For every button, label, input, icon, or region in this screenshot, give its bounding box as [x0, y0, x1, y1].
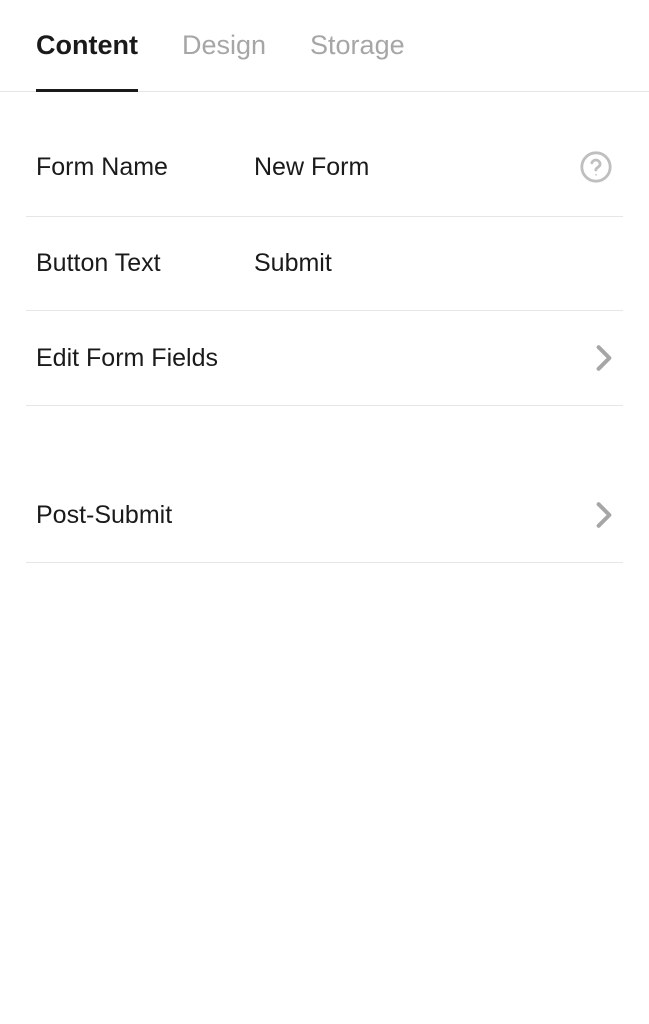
tab-storage[interactable]: Storage [310, 30, 405, 91]
button-text-input[interactable] [254, 249, 613, 278]
form-name-input[interactable] [254, 153, 579, 182]
tab-content[interactable]: Content [36, 30, 138, 91]
post-submit-label: Post-Submit [36, 501, 172, 530]
content-panel: Form Name Button Text Edit Form Fields P… [0, 92, 649, 563]
edit-form-fields-row[interactable]: Edit Form Fields [26, 311, 623, 406]
button-text-label: Button Text [36, 249, 254, 278]
form-name-label: Form Name [36, 153, 254, 182]
tab-design[interactable]: Design [182, 30, 266, 91]
edit-form-fields-label: Edit Form Fields [36, 344, 218, 373]
help-icon[interactable] [579, 150, 613, 184]
chevron-right-icon [595, 343, 613, 373]
tabs-bar: Content Design Storage [0, 0, 649, 92]
form-name-row: Form Name [26, 92, 623, 217]
post-submit-row[interactable]: Post-Submit [26, 468, 623, 563]
chevron-right-icon [595, 500, 613, 530]
section-gap [26, 406, 623, 468]
button-text-row: Button Text [26, 217, 623, 311]
